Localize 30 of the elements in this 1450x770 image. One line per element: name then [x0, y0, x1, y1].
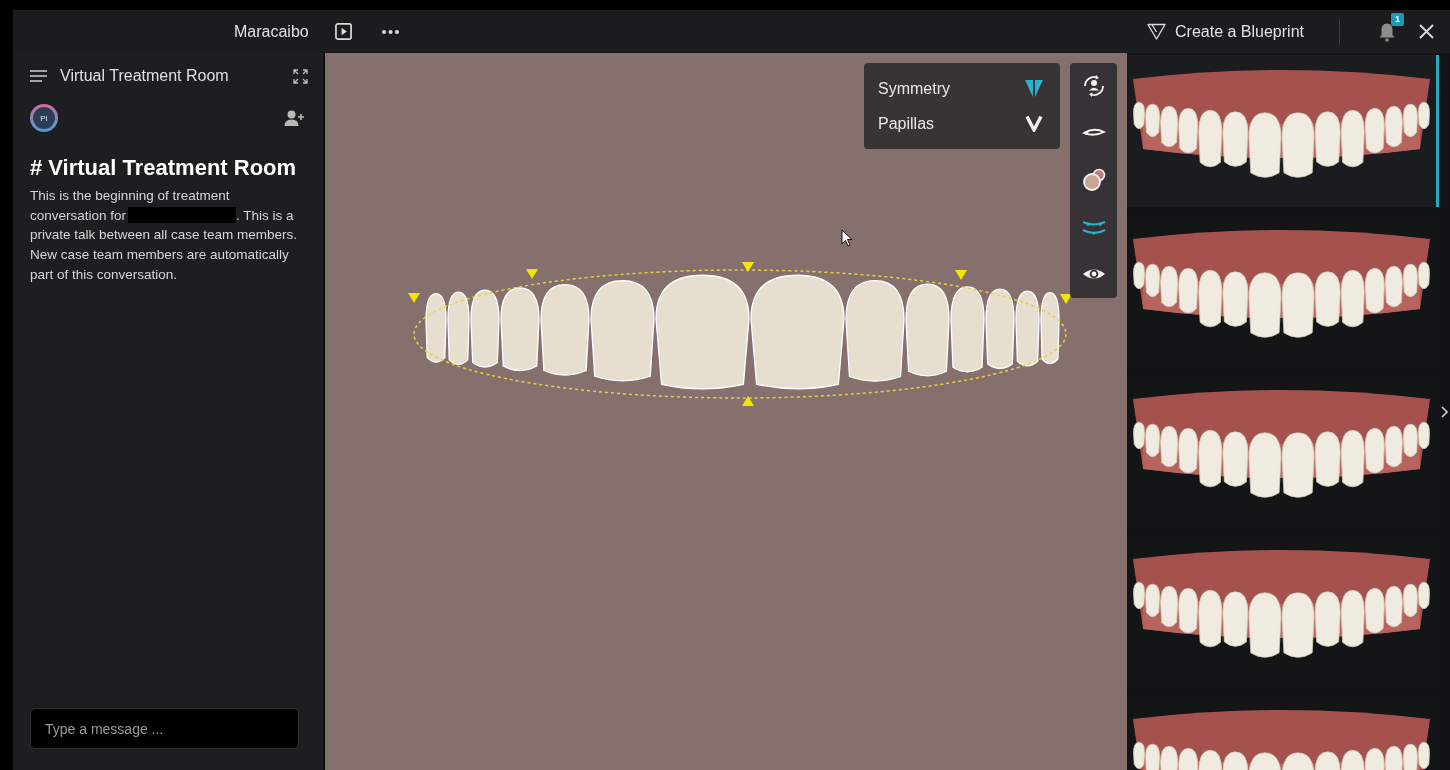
handle-icon[interactable] — [408, 293, 420, 303]
handle-icon[interactable] — [742, 396, 754, 406]
case-title: Maracaibo — [234, 22, 309, 41]
chevron-right-icon[interactable] — [1441, 405, 1448, 418]
chat-heading: # Virtual Treatment Room — [30, 154, 298, 181]
option-label[interactable]: Papillas — [878, 114, 935, 133]
bell-icon[interactable] — [1378, 21, 1396, 42]
chevron-down-icon[interactable] — [1025, 115, 1043, 132]
play-icon[interactable] — [334, 23, 352, 40]
intro-text: This is the beginning of treatment conversation for . This is a private talk between all case team members. New case team members are automatically part of this conversation. — [30, 187, 299, 284]
chat-title: Virtual Treatment Room — [60, 67, 229, 85]
handle-icon[interactable] — [1060, 294, 1072, 304]
add-person-icon[interactable] — [284, 110, 304, 126]
cursor-icon — [841, 229, 853, 247]
notification-badge: 1 — [1391, 12, 1404, 26]
create-blueprint-button[interactable]: Create a Blueprint — [1147, 22, 1304, 41]
handle-icon[interactable] — [955, 270, 967, 280]
option-label[interactable]: Symmetry — [878, 79, 950, 98]
close-icon[interactable] — [1419, 24, 1434, 39]
handle-icon[interactable] — [526, 269, 538, 279]
teeth-thumbnail[interactable] — [1127, 55, 1439, 207]
expand-icon[interactable] — [293, 68, 308, 84]
message-input[interactable]: Type a message ... — [30, 708, 299, 749]
menu-icon[interactable] — [30, 70, 47, 82]
color-circles-icon[interactable] — [1081, 168, 1106, 192]
more-icon[interactable] — [381, 29, 399, 34]
rotate-person-icon[interactable] — [1081, 74, 1106, 98]
triangle-icon — [1147, 23, 1167, 40]
split-triangle-icon[interactable] — [1025, 80, 1043, 97]
handle-icon[interactable] — [742, 262, 754, 272]
